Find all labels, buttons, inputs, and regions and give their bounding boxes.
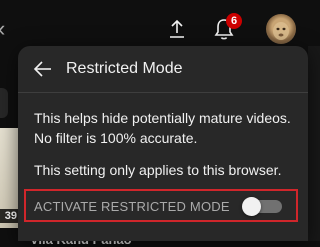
description-line: This helps hide potentially mature video… — [34, 110, 291, 126]
restricted-mode-panel: Restricted Mode This helps hide potentia… — [18, 46, 308, 241]
upload-icon[interactable] — [168, 18, 186, 40]
activate-restricted-mode-row[interactable]: ACTIVATE RESTRICTED MODE — [24, 189, 298, 222]
back-arrow-icon[interactable] — [32, 58, 54, 80]
browser-note: This setting only applies to this browse… — [34, 162, 282, 178]
video-duration: 39 — [0, 209, 18, 223]
description-line: No filter is 100% accurate. — [34, 130, 198, 146]
avatar[interactable] — [266, 14, 296, 44]
background-strip — [308, 46, 320, 241]
panel-title: Restricted Mode — [66, 60, 183, 77]
background-chip — [0, 88, 8, 118]
description: This helps hide potentially mature video… — [34, 108, 296, 148]
panel-header: Restricted Mode — [18, 46, 308, 93]
toggle-knob[interactable] — [242, 197, 261, 216]
notification-count-badge: 6 — [226, 13, 242, 29]
activate-label: ACTIVATE RESTRICTED MODE — [34, 199, 230, 214]
chevron-left-icon[interactable]: ‹ — [0, 16, 10, 42]
